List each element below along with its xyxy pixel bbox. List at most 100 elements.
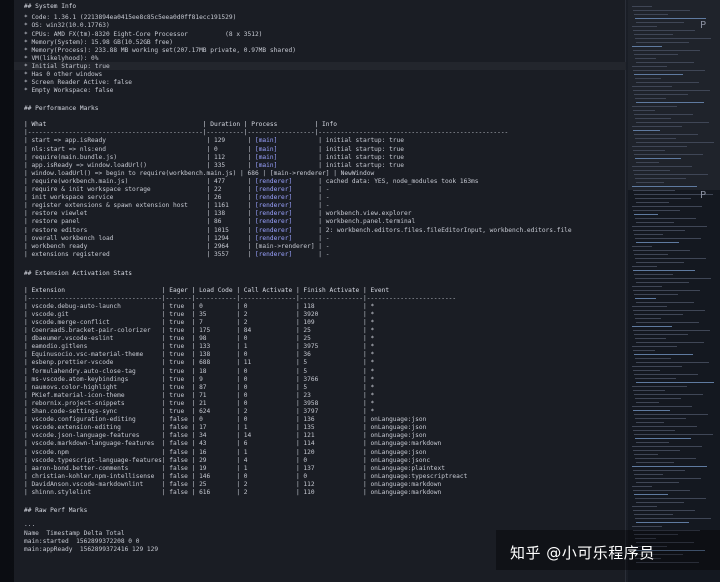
minimap-line <box>636 102 704 103</box>
table-row: | workbench ready | 2964 | [main->render… <box>24 242 330 250</box>
minimap-line <box>634 294 678 295</box>
table-row: | Shan.code-settings-sync | true | 624 |… <box>24 408 375 415</box>
table-row: | eamodio.gitlens | true | 133 | 1 | 397… <box>24 343 375 351</box>
minimap-line <box>634 314 683 315</box>
minimap-line <box>632 486 652 487</box>
minimap-line <box>632 526 662 527</box>
system-info-line: * VM(likelyhood): 0% <box>24 54 99 62</box>
table-row: | PKief.material-icon-theme | true | 71 … <box>24 391 375 399</box>
minimap-line <box>636 222 674 223</box>
editor-pane[interactable]: ## System Info * Code: 1.36.1 (2213894ea0… <box>14 0 626 582</box>
table-row: | restore editors | 1015 | [renderer] | … <box>24 226 572 234</box>
table-row: | overall workbench load | 1294 | [rende… <box>24 234 330 242</box>
system-info-line: * OS: win32(10.0.17763) <box>24 22 110 30</box>
minimap-line <box>633 50 700 51</box>
minimap-line <box>635 38 711 39</box>
minimap-line <box>634 454 658 455</box>
minimap-line <box>635 278 711 279</box>
minimap-line <box>635 218 696 219</box>
table-row: | vscode.extension-editing | false | 17 … <box>24 424 427 432</box>
side-letter: P <box>700 20 707 31</box>
table-row: | formulahendry.auto-close-tag | true | … <box>24 367 375 375</box>
minimap-line <box>635 198 691 199</box>
minimap-line <box>633 70 705 71</box>
minimap-line <box>635 158 681 159</box>
minimap-line <box>633 450 680 451</box>
table-row: | esbenp.prettier-vscode | true | 688 | … <box>24 359 375 367</box>
minimap-line <box>632 146 687 147</box>
minimap-line <box>636 342 704 343</box>
minimap-line <box>634 474 663 475</box>
minimap-line <box>635 478 701 479</box>
minimap-line <box>636 482 679 483</box>
minimap-line <box>635 118 671 119</box>
minimap-line <box>635 78 661 79</box>
minimap-line <box>634 174 708 175</box>
table-row: | nls:start => nls:end | 0 | [main] | in… <box>24 145 404 153</box>
minimap-line <box>635 398 681 399</box>
table-separator: |------------------------------------|--… <box>24 294 457 302</box>
system-info-line: * Code: 1.36.1 (2213894ea0415ee8c85c5eea… <box>24 14 237 22</box>
minimap-line <box>635 138 676 139</box>
table-row: | restore viewlet | 138 | [renderer] | w… <box>24 210 412 218</box>
minimap-line <box>635 358 671 359</box>
minimap-line <box>633 490 690 491</box>
table-row: | window.loadUrl() => begin to require(w… <box>24 169 375 177</box>
minimap-line <box>636 162 659 163</box>
minimap-line <box>635 98 666 99</box>
minimap-line <box>635 338 666 339</box>
minimap-line <box>634 94 688 95</box>
system-info-line: * Memory(Process): 233.88 MB working set… <box>24 46 296 54</box>
minimap-line <box>634 54 678 55</box>
minimap-line <box>636 282 689 283</box>
minimap-line <box>635 18 706 19</box>
table-row: | vscode.json-language-features | false … <box>24 432 427 440</box>
minimap-line <box>636 522 689 523</box>
minimap-line <box>633 290 700 291</box>
minimap-line <box>632 186 697 187</box>
side-letter: P <box>700 190 707 201</box>
raw-line: main:started 1562899372208 0 0 <box>24 537 140 545</box>
minimap-line <box>636 362 709 363</box>
minimap-line <box>633 210 680 211</box>
raw-line: main:appReady 1562899372416 129 129 <box>24 545 159 553</box>
minimap-line <box>635 378 676 379</box>
minimap-line <box>632 326 672 327</box>
table-row: | vscode.debug-auto-launch | true | 0 | … <box>24 302 375 310</box>
minimap-line <box>632 86 672 87</box>
minimap-line <box>636 22 684 23</box>
minimap-line <box>632 266 657 267</box>
table-row: | restore panel | 86 | [renderer] | work… <box>24 218 416 226</box>
minimap-line <box>632 386 687 387</box>
minimap-line <box>633 90 710 91</box>
minimap-line <box>636 382 714 383</box>
minimap-line <box>633 270 695 271</box>
minimap-line <box>635 418 686 419</box>
table-row: | ms-vscode.atom-keybindings | true | 9 … <box>24 375 375 383</box>
table-separator: |---------------------------------------… <box>24 129 509 137</box>
minimap-line <box>634 334 688 335</box>
raw-line: ... <box>24 521 36 529</box>
minimap-line <box>633 130 660 131</box>
table-row: | vscode.configuration-editing | false |… <box>24 416 427 424</box>
table-row: | DavidAnson.vscode-markdownlint | false… <box>24 480 442 488</box>
minimap-line <box>632 286 662 287</box>
minimap-line <box>635 238 701 239</box>
table-row: | Equinusocio.vsc-material-theme | true … <box>24 351 375 359</box>
table-row: | require(main.bundle.js) | 112 | [main]… <box>24 153 404 161</box>
minimap-line <box>633 330 710 331</box>
table-row: | vscode.markdown-language-features | fa… <box>24 440 442 448</box>
section-heading: ## Performance Marks <box>24 105 99 113</box>
system-info-line: * Memory(System): 15.98 GB(10.52GB free) <box>24 38 174 46</box>
minimap-line <box>633 150 665 151</box>
minimap-line <box>633 410 670 411</box>
minimap[interactable] <box>628 0 720 582</box>
minimap-line <box>634 254 668 255</box>
table-row: | vscode.typescript-language-features| f… <box>24 456 431 464</box>
minimap-line <box>632 346 677 347</box>
table-row: | vscode.npm | false | 16 | 1 | 120 | on… <box>24 448 427 456</box>
minimap-line <box>633 30 695 31</box>
minimap-line <box>635 498 706 499</box>
raw-line: Name Timestamp Delta Total <box>24 529 125 537</box>
minimap-line <box>636 262 684 263</box>
